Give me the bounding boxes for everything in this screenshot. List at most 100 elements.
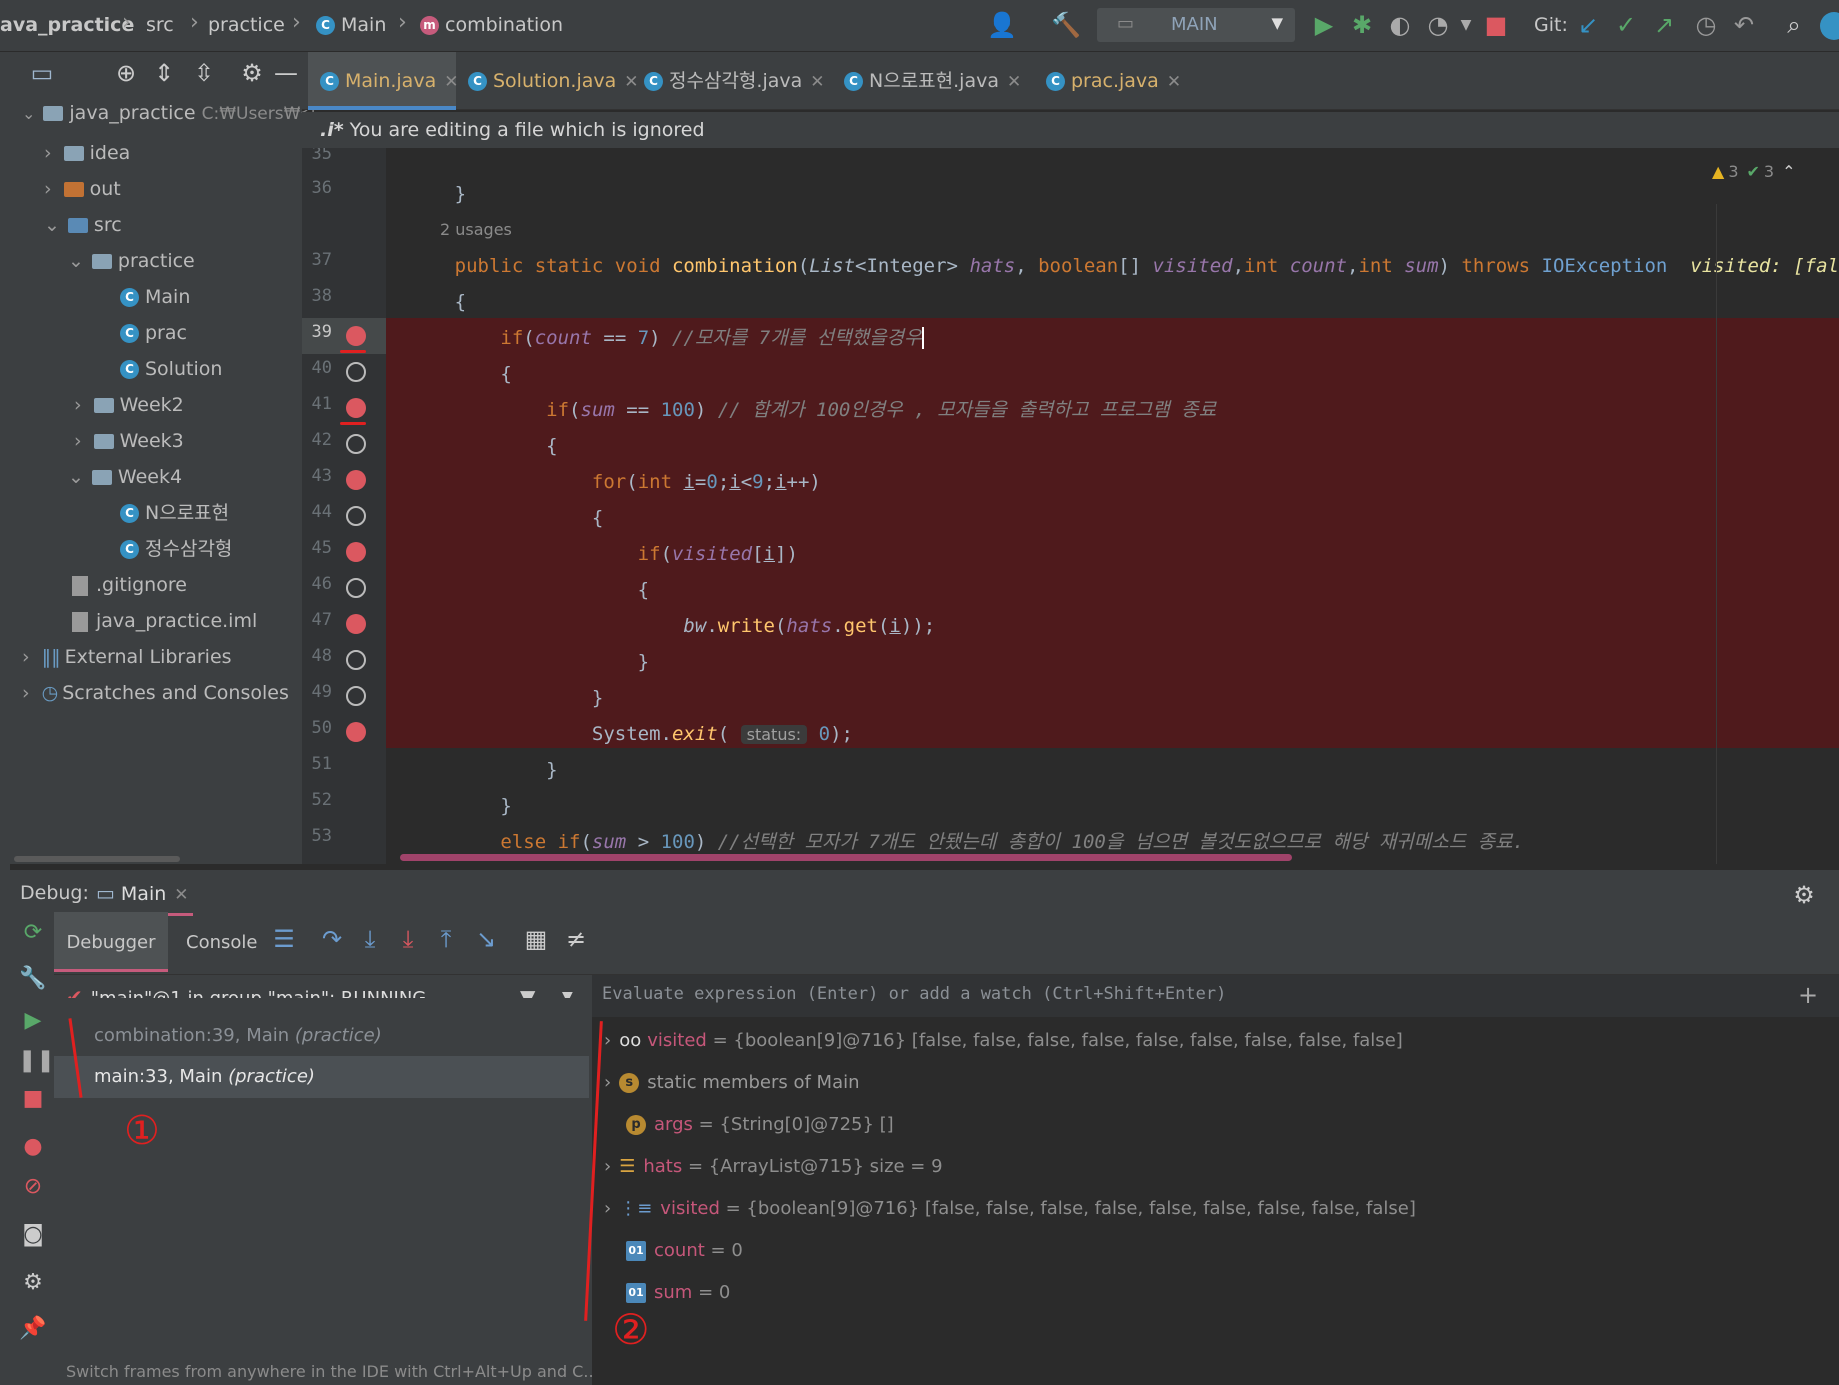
muted-breakpoint-icon[interactable] bbox=[346, 506, 366, 526]
mute-breakpoints-icon[interactable]: ⊘ bbox=[18, 1174, 48, 1199]
breakpoint-icon[interactable] bbox=[346, 542, 366, 562]
chevron-up-icon[interactable]: ⌃ bbox=[1782, 162, 1795, 181]
variable-row[interactable]: › ⋮≡ visited = {boolean[9]@716} [false, fa… bbox=[604, 1191, 1416, 1227]
stop-icon[interactable]: ■ bbox=[18, 1086, 48, 1111]
variable-row[interactable]: › ☰ hats = {ArrayList@715} size = 9 bbox=[604, 1149, 943, 1185]
muted-breakpoint-icon[interactable] bbox=[346, 434, 366, 454]
variable-row[interactable]: › s static members of Main bbox=[604, 1065, 860, 1101]
step-into-icon[interactable]: ⤓ bbox=[354, 924, 386, 954]
frame-item-selected[interactable]: main:33, Main (practice) bbox=[54, 1056, 589, 1098]
rollback-icon[interactable]: ↶ bbox=[1728, 10, 1760, 40]
tree-item-idea[interactable]: › idea bbox=[44, 133, 130, 173]
tree-root[interactable]: ⌄ java_practice C:₩Users₩길 bbox=[22, 93, 316, 133]
tree-item-practice[interactable]: ⌄ practice bbox=[68, 241, 195, 281]
coverage-icon[interactable]: ◐ bbox=[1384, 10, 1416, 40]
muted-breakpoint-icon[interactable] bbox=[346, 686, 366, 706]
run-configuration-select[interactable]: ▭ MAIN ▼ bbox=[1097, 8, 1295, 42]
debug-session-tab[interactable]: ▭ Main ✕ bbox=[92, 874, 193, 916]
camera-icon[interactable]: ◙ bbox=[18, 1222, 48, 1247]
frame-item[interactable]: combination:39, Main (practice) bbox=[54, 1016, 589, 1056]
settings-wrench-icon[interactable]: 🔧 bbox=[18, 966, 48, 991]
horizontal-scrollbar[interactable] bbox=[14, 856, 180, 862]
trace-icon[interactable]: ≠ bbox=[560, 924, 592, 954]
breakpoint-icon[interactable] bbox=[346, 614, 366, 634]
search-icon[interactable]: ⌕ bbox=[1778, 10, 1810, 40]
breakpoint-icon[interactable] bbox=[346, 470, 366, 490]
history-icon[interactable]: ◷ bbox=[1690, 10, 1722, 40]
close-icon[interactable]: ✕ bbox=[444, 72, 458, 92]
tab-debugger[interactable]: Debugger bbox=[54, 912, 168, 972]
pause-icon[interactable]: ❚❚ bbox=[18, 1048, 55, 1073]
collapse-all-icon[interactable]: ⇳ bbox=[188, 58, 220, 88]
gear-icon[interactable]: ⚙ bbox=[18, 1270, 48, 1295]
tree-item-n-expression[interactable]: C N으로표현 bbox=[120, 493, 229, 533]
hide-icon[interactable]: — bbox=[270, 58, 302, 88]
step-out-icon[interactable]: ⤒ bbox=[430, 924, 462, 954]
tab-main-java[interactable]: C Main.java ✕ bbox=[308, 52, 458, 110]
run-icon[interactable]: ▶ bbox=[1308, 10, 1340, 40]
breakpoint-icon[interactable] bbox=[346, 398, 366, 418]
breadcrumb-main[interactable]: C Main bbox=[316, 14, 386, 36]
tab-n-expression-java[interactable]: C N으로표현.java ✕ bbox=[844, 52, 1021, 110]
debug-bug-icon[interactable]: ✱ bbox=[1346, 10, 1378, 40]
muted-breakpoint-icon[interactable] bbox=[346, 650, 366, 670]
variable-row[interactable]: p args = {String[0]@725} [] bbox=[626, 1107, 894, 1143]
breadcrumb-src[interactable]: src bbox=[146, 14, 174, 36]
close-icon[interactable]: ✕ bbox=[1167, 72, 1181, 92]
tree-item-external-libraries[interactable]: › ‖‖ External Libraries bbox=[22, 637, 232, 677]
force-step-into-icon[interactable]: ⤓ bbox=[392, 924, 424, 954]
tab-prac-java[interactable]: Cprac.java ✕ bbox=[1046, 52, 1181, 110]
tree-item-main[interactable]: C Main bbox=[120, 277, 190, 317]
evaluate-icon[interactable]: ▦ bbox=[520, 924, 552, 954]
inspection-widget[interactable]: ▲ 3 ✔ 3 ⌃ bbox=[1712, 162, 1796, 181]
run-to-cursor-icon[interactable]: ↘ bbox=[470, 924, 502, 954]
close-icon[interactable]: ✕ bbox=[624, 72, 638, 92]
tree-item-week4[interactable]: ⌄ Week4 bbox=[68, 457, 182, 497]
breakpoint-icon[interactable] bbox=[346, 722, 366, 742]
tree-item-gitignore[interactable]: .gitignore bbox=[72, 565, 187, 605]
tab-solution-java[interactable]: C Solution.java ✕ bbox=[468, 52, 639, 110]
breadcrumb-project[interactable]: ava_practice bbox=[0, 14, 134, 36]
git-push-icon[interactable]: ↗ bbox=[1648, 10, 1680, 40]
show-execution-point-icon[interactable]: ☰ bbox=[268, 924, 300, 954]
add-watch-icon[interactable]: + bbox=[1798, 981, 1818, 1009]
muted-breakpoint-icon[interactable] bbox=[346, 578, 366, 598]
code-editor[interactable]: 35 36 37 38 39 40 41 42 43 44 45 46 47 4… bbox=[302, 148, 1839, 864]
git-commit-icon[interactable]: ✓ bbox=[1610, 10, 1642, 40]
chevron-down-icon[interactable]: ▼ bbox=[1450, 10, 1482, 40]
locate-icon[interactable]: ⊕ bbox=[110, 58, 142, 88]
gear-icon[interactable]: ⚙ bbox=[1788, 880, 1820, 910]
tab-triangle-java[interactable]: C 정수삼각형.java ✕ bbox=[644, 52, 825, 110]
user-icon[interactable]: 👤 bbox=[986, 10, 1018, 40]
variable-row[interactable]: 01 count = 0 bbox=[626, 1233, 743, 1269]
horizontal-scrollbar[interactable] bbox=[400, 854, 1292, 861]
step-over-icon[interactable]: ↷ bbox=[316, 924, 348, 954]
evaluate-expression-field[interactable]: Evaluate expression (Enter) or add a wat… bbox=[592, 975, 1839, 1017]
tree-item-solution[interactable]: C Solution bbox=[120, 349, 222, 389]
close-icon[interactable]: ✕ bbox=[174, 885, 188, 905]
stop-icon[interactable]: ■ bbox=[1480, 10, 1512, 40]
gear-icon[interactable]: ⚙ bbox=[236, 58, 268, 88]
tree-item-scratches[interactable]: › ◷ Scratches and Consoles bbox=[22, 673, 289, 713]
pin-icon[interactable]: 📌 bbox=[18, 1316, 48, 1341]
close-icon[interactable]: ✕ bbox=[810, 72, 824, 92]
view-breakpoints-icon[interactable]: ● bbox=[18, 1134, 48, 1159]
expand-all-icon[interactable]: ⇕ bbox=[148, 58, 180, 88]
tree-item-out[interactable]: › out bbox=[44, 169, 121, 209]
resume-icon[interactable]: ▶ bbox=[18, 1008, 48, 1033]
tree-item-triangle[interactable]: C 정수삼각형 bbox=[120, 529, 232, 569]
tree-item-week2[interactable]: › Week2 bbox=[74, 385, 184, 425]
breakpoint-icon[interactable] bbox=[346, 326, 366, 346]
update-icon[interactable] bbox=[1820, 12, 1839, 40]
tree-item-prac[interactable]: Cprac bbox=[120, 313, 187, 353]
tree-item-src[interactable]: ⌄ src bbox=[44, 205, 122, 245]
breadcrumb-practice[interactable]: practice bbox=[208, 14, 285, 36]
git-update-icon[interactable]: ↙ bbox=[1572, 10, 1604, 40]
close-icon[interactable]: ✕ bbox=[1007, 72, 1021, 92]
tree-item-week3[interactable]: › Week3 bbox=[74, 421, 184, 461]
tree-item-iml[interactable]: java_practice.iml bbox=[72, 601, 257, 641]
project-view-icon[interactable]: ▭ bbox=[26, 58, 58, 88]
breadcrumb-method[interactable]: m combination bbox=[420, 14, 563, 36]
build-hammer-icon[interactable]: 🔨 bbox=[1050, 10, 1082, 40]
muted-breakpoint-icon[interactable] bbox=[346, 362, 366, 382]
